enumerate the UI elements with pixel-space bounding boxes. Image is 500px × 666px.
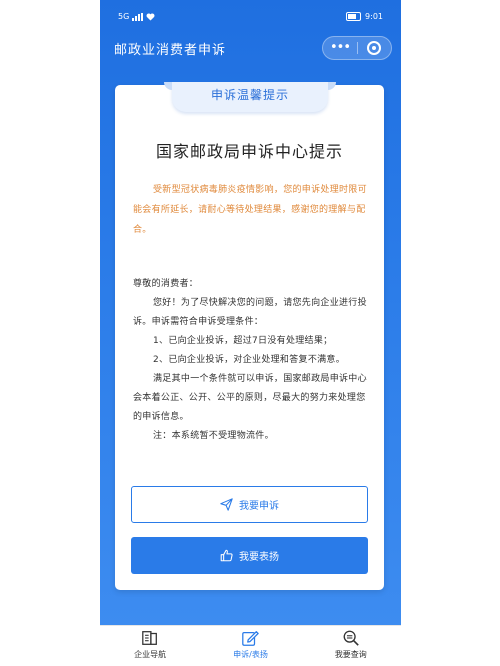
phone-screen: 5G 9:01 邮政业消费者申诉 ••• 申诉温馨提示 国家邮政局申诉中心提示 … <box>100 0 401 666</box>
target-icon <box>367 41 382 55</box>
book-icon <box>142 631 158 645</box>
note-paragraph: 注：本系统暂不受理物流件。 <box>153 431 274 441</box>
complain-button[interactable]: 我要申诉 <box>131 486 368 523</box>
tab-enterprise-nav[interactable]: 企业导航 <box>100 626 200 666</box>
more-button[interactable]: ••• <box>323 37 357 59</box>
tab-label: 申诉/表扬 <box>233 650 268 659</box>
network-label: 5G <box>118 12 130 21</box>
tab-query[interactable]: 我要查询 <box>301 626 401 666</box>
clock-label: 9:01 <box>365 12 383 21</box>
condition-2: 2、已向企业投诉，对企业处理和答复不满意。 <box>153 355 346 365</box>
condition-1: 1、已向企业投诉，超过7日没有处理结果； <box>153 336 333 346</box>
page-title: 邮政业消费者申诉 <box>114 43 227 58</box>
greeting: 尊敬的消费者： <box>133 279 199 289</box>
heart-icon <box>146 13 155 21</box>
status-right: 9:01 <box>346 12 383 21</box>
mini-program-capsule: ••• <box>322 36 392 60</box>
card-title: 国家邮政局申诉中心提示 <box>155 142 343 161</box>
signal-icon <box>132 12 144 21</box>
epidemic-notice: 受新型冠状病毒肺炎疫情影响，您的申诉处理时限可能会有所延长，请耐心等待处理结果，… <box>133 185 367 235</box>
paper-plane-icon <box>220 498 233 511</box>
tab-complain-praise[interactable]: 申诉/表扬 <box>200 626 300 666</box>
header-background: 5G 9:01 邮政业消费者申诉 ••• 申诉温馨提示 国家邮政局申诉中心提示 … <box>100 0 401 625</box>
closing-paragraph: 满足其中一个条件就可以申诉，国家邮政局申诉中心会本着公正、公开、公平的原则，尽最… <box>133 374 367 422</box>
nav-bar: 邮政业消费者申诉 ••• <box>100 30 401 64</box>
complain-button-label: 我要申诉 <box>239 501 279 512</box>
status-left: 5G <box>118 12 155 21</box>
card-ribbon: 申诉温馨提示 <box>164 82 336 112</box>
tab-label: 我要查询 <box>334 650 367 659</box>
bottom-tab-bar: 企业导航 申诉/表扬 我要查询 <box>100 625 401 666</box>
praise-button-label: 我要表扬 <box>239 552 279 563</box>
intro-paragraph: 您好！为了尽快解决您的问题，请您先向企业进行投诉。申诉需符合申诉受理条件： <box>133 298 367 327</box>
tab-label: 企业导航 <box>134 650 167 659</box>
notice-body: 尊敬的消费者： 您好！为了尽快解决您的问题，请您先向企业进行投诉。申诉需符合申诉… <box>133 275 373 446</box>
praise-button[interactable]: 我要表扬 <box>131 537 368 574</box>
notice-card: 申诉温馨提示 国家邮政局申诉中心提示 受新型冠状病毒肺炎疫情影响，您的申诉处理时… <box>115 82 384 590</box>
search-icon <box>343 630 359 646</box>
close-button[interactable] <box>358 41 391 55</box>
battery-icon <box>346 12 362 21</box>
edit-icon <box>242 631 260 646</box>
thumbs-up-icon <box>220 549 233 562</box>
status-bar: 5G 9:01 <box>100 0 401 28</box>
